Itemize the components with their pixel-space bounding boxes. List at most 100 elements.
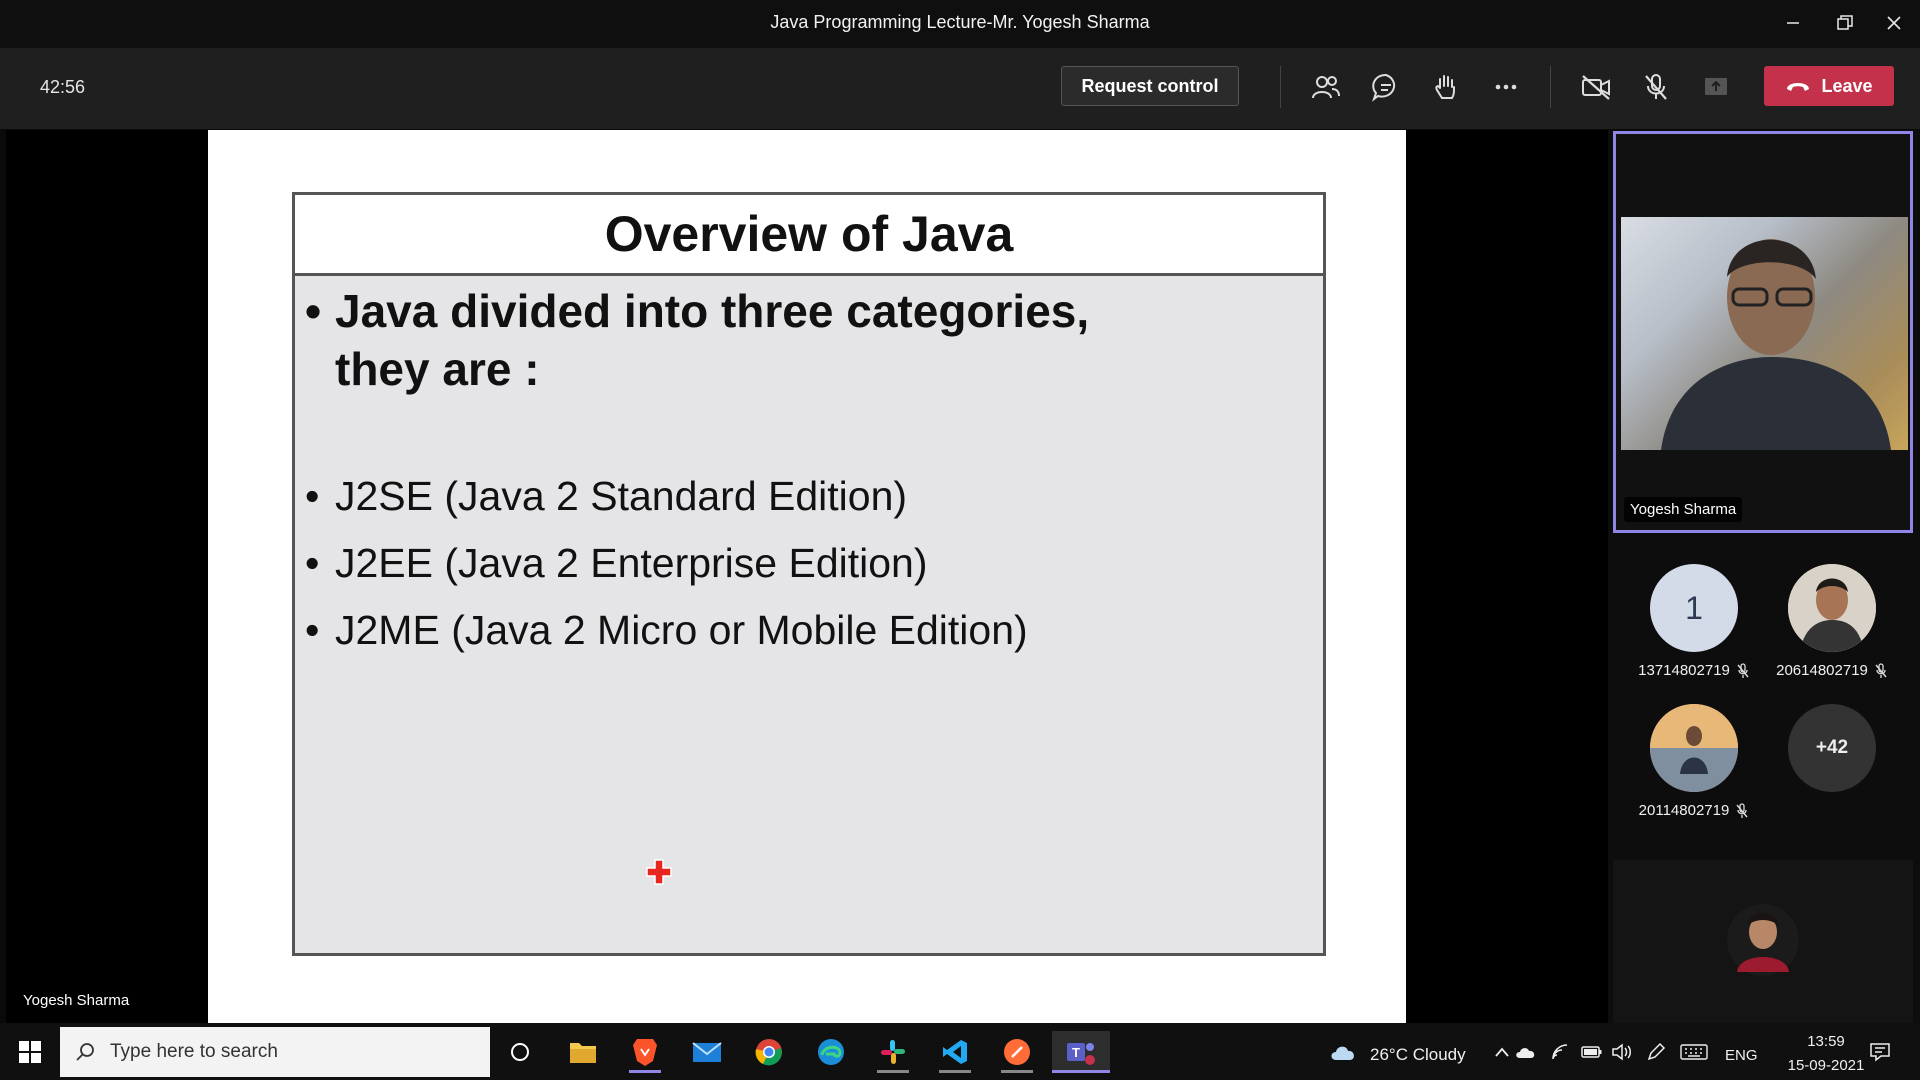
- teams-icon: T: [1067, 1043, 1095, 1065]
- presenter-video-tile[interactable]: Yogesh Sharma: [1613, 131, 1913, 533]
- mic-toggle-button[interactable]: [1636, 67, 1676, 107]
- onedrive-cloud-icon: [1516, 1048, 1535, 1058]
- pen-tray[interactable]: [1640, 1031, 1672, 1073]
- slide-bullet-item: • J2ME (Java 2 Micro or Mobile Edition): [305, 607, 1028, 653]
- clock-time[interactable]: 13:59: [1790, 1033, 1862, 1050]
- presenter-name-label: Yogesh Sharma: [23, 992, 130, 1009]
- postman-app[interactable]: [995, 1031, 1039, 1073]
- share-tray-button[interactable]: [1696, 67, 1736, 107]
- input-language[interactable]: ENG: [1725, 1047, 1758, 1064]
- brave-browser-app[interactable]: [623, 1031, 667, 1073]
- participant-photo: [1727, 904, 1799, 976]
- presenter-video-feed: [1621, 217, 1908, 450]
- notifications-button[interactable]: [1858, 1031, 1902, 1073]
- leave-button[interactable]: Leave: [1764, 66, 1894, 106]
- postman-icon: [1004, 1039, 1030, 1065]
- bullet-text: J2SE (Java 2 Standard Edition): [335, 473, 908, 519]
- presenter-video-image: [1661, 239, 1891, 450]
- participant-tile[interactable]: 20114802719: [1629, 704, 1759, 819]
- slide-content-box: Overview of Java • Java divided into thre…: [292, 192, 1326, 956]
- participants-icon: [1312, 76, 1340, 99]
- muted-mic-icon: [1737, 662, 1749, 678]
- search-icon: [76, 1043, 94, 1061]
- participant-name-row: 20614802719: [1767, 662, 1897, 679]
- chrome-app[interactable]: [747, 1031, 791, 1073]
- vscode-app[interactable]: [933, 1031, 977, 1073]
- request-control-button[interactable]: Request control: [1061, 66, 1239, 106]
- keyboard-icon: [1680, 1044, 1708, 1060]
- meeting-toolbar: 42:56 Request control Leave: [0, 48, 1920, 129]
- participant-name: 20614802719: [1776, 662, 1868, 679]
- wifi-icon: [1552, 1044, 1568, 1060]
- restore-icon: [1837, 15, 1853, 30]
- laser-pointer-icon: [646, 859, 672, 885]
- slide-title: Overview of Java: [295, 195, 1323, 276]
- action-center-icon: [1870, 1043, 1890, 1062]
- weather-widget-icon[interactable]: [1322, 1031, 1366, 1073]
- participant-video-tile[interactable]: [1613, 860, 1913, 1023]
- main-bullet-line1: Java divided into three categories,: [335, 285, 1090, 337]
- participants-button[interactable]: [1306, 67, 1346, 107]
- vscode-icon: [943, 1040, 967, 1064]
- minimize-button[interactable]: [1771, 8, 1815, 38]
- brave-lion-icon: [633, 1039, 657, 1066]
- more-participants-tile[interactable]: +42: [1767, 704, 1897, 792]
- minimize-icon: [1787, 22, 1799, 24]
- toolbar-divider: [1550, 66, 1551, 108]
- participant-tile[interactable]: 20614802719: [1767, 564, 1897, 679]
- file-explorer-app[interactable]: [561, 1031, 605, 1073]
- participant-photo: [1788, 564, 1876, 652]
- chat-button[interactable]: [1366, 67, 1406, 107]
- chevron-up-icon: [1495, 1047, 1509, 1057]
- camera-toggle-button[interactable]: [1576, 67, 1616, 107]
- muted-mic-icon: [1875, 662, 1887, 678]
- running-indicator: [877, 1070, 909, 1073]
- leave-label: Leave: [1821, 75, 1873, 96]
- running-indicator: [1052, 1070, 1110, 1073]
- participant-avatar: 1: [1650, 564, 1738, 652]
- slide-bullet-item: • J2EE (Java 2 Enterprise Edition): [305, 540, 928, 586]
- running-indicator: [1001, 1070, 1033, 1073]
- folder-icon: [570, 1043, 596, 1063]
- title-bar: Java Programming Lecture-Mr. Yogesh Shar…: [0, 0, 1920, 48]
- hang-up-icon: [1787, 83, 1810, 91]
- mail-app[interactable]: [685, 1031, 729, 1073]
- teams-app[interactable]: T: [1052, 1031, 1110, 1073]
- participant-name: 13714802719: [1638, 662, 1730, 679]
- participant-name: 20114802719: [1638, 802, 1730, 819]
- mic-off-icon: [1645, 74, 1667, 100]
- window-title: Java Programming Lecture-Mr. Yogesh Shar…: [770, 12, 1150, 32]
- edge-app[interactable]: [809, 1031, 853, 1073]
- ellipsis-icon: [1495, 84, 1517, 90]
- video-tile-name: Yogesh Sharma: [1624, 497, 1743, 522]
- cortana-circle-icon: [511, 1043, 529, 1061]
- slack-app[interactable]: [871, 1031, 915, 1073]
- more-participants-count: +42: [1788, 704, 1876, 792]
- more-actions-button[interactable]: [1486, 67, 1526, 107]
- restore-button[interactable]: [1823, 8, 1867, 38]
- participant-photo: [1650, 704, 1738, 792]
- svg-text:T: T: [1072, 1045, 1080, 1060]
- weather-text[interactable]: 26°C Cloudy: [1370, 1045, 1466, 1065]
- speaker-icon: [1612, 1043, 1631, 1061]
- close-button[interactable]: [1872, 8, 1916, 38]
- battery-tray[interactable]: [1576, 1031, 1608, 1073]
- close-icon: [1887, 16, 1901, 30]
- chat-icon: [1372, 73, 1396, 102]
- chrome-icon: [755, 1039, 782, 1066]
- volume-tray[interactable]: [1606, 1031, 1638, 1073]
- participant-tile[interactable]: 1 13714802719: [1629, 564, 1759, 679]
- touch-keyboard-tray[interactable]: [1676, 1031, 1712, 1073]
- cloud-icon: [1331, 1046, 1354, 1060]
- network-tray[interactable]: [1545, 1031, 1577, 1073]
- task-view-button[interactable]: [498, 1031, 542, 1073]
- raise-hand-button[interactable]: [1426, 67, 1466, 107]
- running-indicator: [629, 1070, 661, 1073]
- windows-logo-icon: [19, 1041, 41, 1063]
- onedrive-tray[interactable]: [1510, 1031, 1542, 1073]
- mail-envelope-icon: [692, 1042, 722, 1062]
- edge-icon: [818, 1039, 844, 1065]
- taskbar-search-box[interactable]: Type here to search: [60, 1027, 490, 1077]
- start-button[interactable]: [8, 1031, 52, 1073]
- participant-avatar: [1650, 704, 1738, 792]
